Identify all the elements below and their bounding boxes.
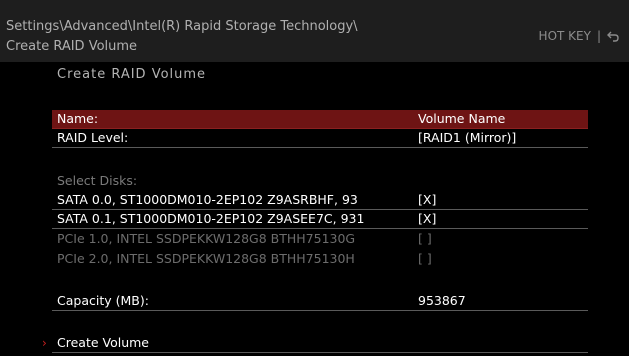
disk-row[interactable]: SATA 0.1, ST1000DM010-2EP102 Z9ASEE7C, 9… [52,210,588,229]
select-disks-label: Select Disks: [57,173,138,188]
breadcrumb-current: Create RAID Volume [6,39,138,54]
name-value[interactable]: Volume Name [418,110,505,128]
capacity-row[interactable]: Capacity (MB): 953867 [52,292,588,311]
raid-level-row[interactable]: RAID Level: [RAID1 (Mirror)] [52,129,588,148]
disk-checkbox[interactable]: [X] [418,210,436,228]
hotkey-area[interactable]: HOT KEY | [539,29,619,43]
raid-level-value[interactable]: [RAID1 (Mirror)] [418,129,516,147]
back-arrow-icon[interactable] [607,30,619,42]
disk-label: SATA 0.1, ST1000DM010-2EP102 Z9ASEE7C, 9… [57,211,365,226]
disk-row: PCIe 1.0, INTEL SSDPEKKW128G8 BTHH75130G… [52,230,588,248]
header-bar: Settings\Advanced\Intel(R) Rapid Storage… [0,0,629,62]
name-row[interactable]: Name: Volume Name [52,110,588,129]
disk-checkbox: [ ] [418,251,432,266]
disk-row[interactable]: SATA 0.0, ST1000DM010-2EP102 Z9ASRBHF, 9… [52,191,588,210]
disk-row: PCIe 2.0, INTEL SSDPEKKW128G8 BTHH75130H… [52,250,588,268]
create-volume-button[interactable]: Create Volume [52,334,588,353]
create-volume-label: Create Volume [57,335,149,350]
hotkey-separator: | [596,29,601,43]
hotkey-label[interactable]: HOT KEY [539,29,591,43]
bios-window: Settings\Advanced\Intel(R) Rapid Storage… [0,0,629,356]
disk-checkbox[interactable]: [X] [418,191,436,209]
name-label: Name: [57,111,99,126]
select-disks-heading: Select Disks: [52,172,588,190]
capacity-value[interactable]: 953867 [418,292,466,310]
raid-level-label: RAID Level: [57,130,129,145]
submenu-arrow-icon: › [42,336,47,350]
breadcrumb-path: Settings\Advanced\Intel(R) Rapid Storage… [6,19,358,34]
disk-label: PCIe 1.0, INTEL SSDPEKKW128G8 BTHH75130G [57,231,356,246]
disk-label: SATA 0.0, ST1000DM010-2EP102 Z9ASRBHF, 9… [57,192,358,207]
capacity-label: Capacity (MB): [57,293,149,308]
disk-label: PCIe 2.0, INTEL SSDPEKKW128G8 BTHH75130H [57,251,355,266]
panel-title: Create RAID Volume [57,67,207,82]
disk-checkbox: [ ] [418,231,432,246]
